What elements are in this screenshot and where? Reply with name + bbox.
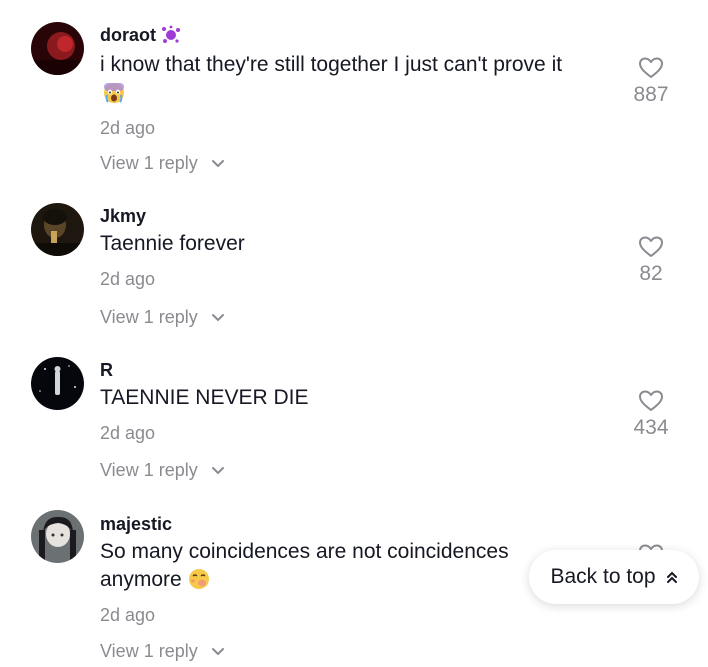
purple-splat-emoji (161, 25, 181, 50)
chevron-down-icon (211, 467, 224, 475)
like-button[interactable]: 434 (620, 389, 682, 441)
chevron-down-icon (211, 314, 224, 322)
comment-username[interactable]: doraot (100, 24, 181, 50)
like-count: 82 (639, 262, 663, 285)
view-replies-button[interactable]: View 1 reply (100, 306, 225, 328)
view-replies-button[interactable]: View 1 reply (100, 459, 225, 481)
comment-text: TAENNIE NEVER DIE (100, 386, 309, 409)
comment-text-line2: anymore (100, 566, 210, 598)
comment-username[interactable]: Jkmy (100, 205, 146, 227)
comment-username[interactable]: R (100, 359, 113, 381)
view-replies-button[interactable]: View 1 reply (100, 152, 225, 174)
avatar[interactable] (31, 510, 84, 563)
heart-icon (639, 57, 663, 78)
double-chevron-up-icon (666, 571, 677, 583)
like-count: 434 (633, 416, 669, 439)
avatar[interactable] (31, 357, 84, 410)
comment-timestamp: 2d ago (100, 118, 156, 138)
comment-text: So many coincidences are not coincidence… (100, 540, 509, 563)
comment-text: i know that they're still together I jus… (100, 53, 563, 76)
like-button[interactable]: 82 (620, 235, 682, 287)
back-to-top-button[interactable]: Back to top (529, 550, 699, 604)
comment-timestamp: 2d ago (100, 269, 156, 289)
heart-icon (639, 236, 663, 257)
comment-username[interactable]: majestic (100, 513, 172, 535)
heart-icon (639, 390, 663, 411)
back-to-top-label: Back to top (550, 565, 656, 588)
comment-text: Taennie forever (100, 232, 245, 255)
comment-timestamp: 2d ago (100, 605, 156, 625)
comment-timestamp: 2d ago (100, 423, 156, 443)
like-count: 887 (633, 83, 669, 106)
avatar[interactable] (31, 22, 84, 75)
chevron-down-icon (211, 648, 224, 656)
view-replies-button[interactable]: View 1 reply (100, 640, 225, 662)
like-button[interactable]: 887 (620, 56, 682, 108)
crying-face-emoji (103, 82, 125, 109)
shushing-face-emoji (188, 568, 210, 598)
chevron-down-icon (211, 160, 224, 168)
avatar[interactable] (31, 203, 84, 256)
